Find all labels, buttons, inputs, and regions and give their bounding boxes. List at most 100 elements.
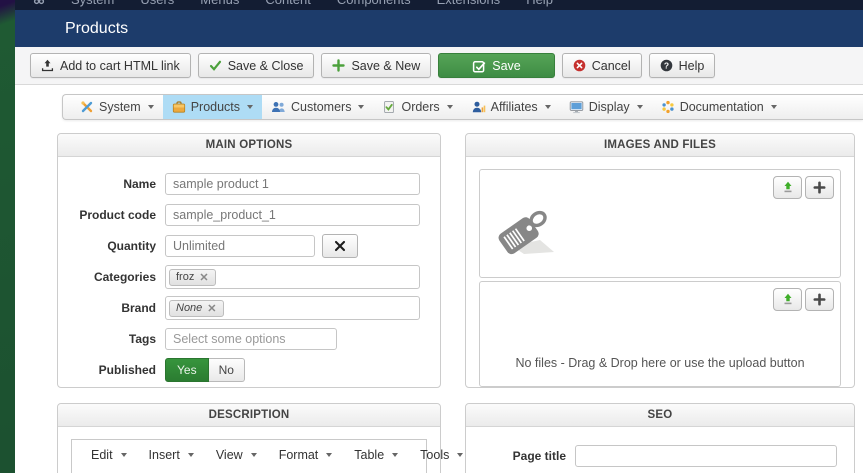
- product-tag-image: [492, 200, 562, 267]
- upload-icon: [41, 59, 54, 72]
- plus-icon: [332, 59, 346, 72]
- editor-menu-insert[interactable]: Insert: [138, 446, 205, 464]
- quantity-input[interactable]: [165, 235, 315, 257]
- brand-select[interactable]: None ✕: [165, 296, 420, 320]
- description-title: DESCRIPTION: [58, 404, 440, 427]
- menubar-item-users[interactable]: Users: [140, 0, 174, 7]
- page-title-bar: Products: [15, 10, 863, 47]
- chevron-down-icon: [770, 105, 777, 109]
- published-label: Published: [98, 363, 156, 377]
- help-button[interactable]: ? Help: [648, 53, 716, 78]
- customers-people-icon: [271, 100, 286, 114]
- orders-check-page-icon: [382, 100, 396, 114]
- main-options-panel: MAIN OPTIONS Name Product code Quantity …: [57, 133, 441, 388]
- tab-documentation[interactable]: Documentation: [652, 95, 786, 119]
- menubar-item-content[interactable]: Content: [265, 0, 311, 7]
- menubar-item-system[interactable]: System: [71, 0, 114, 7]
- documentation-pinwheel-icon: [661, 100, 675, 114]
- quantity-label: Quantity: [107, 239, 156, 253]
- tab-customers[interactable]: Customers: [262, 95, 373, 119]
- clear-quantity-button[interactable]: [322, 234, 358, 258]
- category-chip: froz ✕: [169, 268, 216, 286]
- save-check-square-icon: [472, 59, 486, 73]
- chevron-down-icon: [544, 105, 551, 109]
- published-yes-button[interactable]: Yes: [165, 358, 209, 382]
- cancel-button[interactable]: Cancel: [561, 53, 642, 78]
- tab-affiliates[interactable]: Affiliates: [462, 95, 560, 119]
- toolbar: Add to cart HTML link Save & Close Save …: [15, 47, 863, 85]
- template-background-strip: [0, 0, 15, 473]
- tab-products[interactable]: Products: [162, 95, 263, 119]
- remove-chip-icon[interactable]: ✕: [199, 271, 208, 284]
- svg-text:?: ?: [664, 60, 669, 70]
- tab-orders[interactable]: Orders: [373, 95, 461, 119]
- name-label: Name: [123, 177, 156, 191]
- tab-display[interactable]: Display: [560, 95, 652, 119]
- chevron-down-icon: [358, 105, 365, 109]
- chevron-down-icon: [446, 105, 453, 109]
- menubar-item-components[interactable]: Components: [337, 0, 411, 7]
- menubar-item-menus[interactable]: Menus: [200, 0, 239, 7]
- chevron-down-icon: [250, 453, 257, 457]
- tags-label: Tags: [128, 332, 156, 346]
- chevron-down-icon: [187, 453, 194, 457]
- save-and-close-button[interactable]: Save & Close: [197, 53, 315, 78]
- add-file-button[interactable]: [805, 288, 834, 311]
- description-panel: DESCRIPTION Edit Insert View Format Tabl…: [57, 403, 464, 473]
- no-files-message: No files - Drag & Drop here or use the u…: [515, 356, 805, 370]
- upload-image-button[interactable]: [773, 176, 802, 199]
- admin-menubar: System Users Menus Content Components Ex…: [15, 0, 863, 10]
- images-and-files-panel: IMAGES AND FILES No files - Drag & Drop …: [465, 133, 855, 388]
- component-tabnav: System Products Customers Orders Affilia…: [62, 94, 863, 120]
- chevron-down-icon: [636, 105, 643, 109]
- images-and-files-title: IMAGES AND FILES: [466, 134, 854, 157]
- name-input[interactable]: [165, 173, 420, 195]
- seo-title: SEO: [466, 404, 854, 427]
- affiliates-person-chart-icon: [471, 100, 486, 114]
- page-title: Products: [65, 20, 129, 37]
- menubar-item-help[interactable]: Help: [526, 0, 553, 7]
- files-dropzone[interactable]: No files - Drag & Drop here or use the u…: [479, 281, 841, 387]
- brand-label: Brand: [121, 301, 156, 315]
- editor-menu-view[interactable]: View: [205, 446, 268, 464]
- chevron-down-icon: [120, 453, 127, 457]
- check-icon: [209, 59, 222, 72]
- images-dropzone[interactable]: [479, 169, 841, 278]
- page-title-label: Page title: [512, 449, 566, 463]
- chevron-down-icon: [326, 453, 333, 457]
- system-tools-icon: [80, 100, 94, 114]
- help-icon: ?: [660, 59, 673, 72]
- save-and-new-button[interactable]: Save & New: [321, 53, 432, 78]
- editor-menu-edit[interactable]: Edit: [80, 446, 138, 464]
- seo-panel: SEO Page title: [465, 403, 855, 473]
- editor-menu-table[interactable]: Table: [343, 446, 409, 464]
- product-edit-screen: System Users Menus Content Components Ex…: [0, 0, 863, 473]
- editor-menu-format[interactable]: Format: [268, 446, 344, 464]
- chevron-down-icon: [392, 453, 399, 457]
- add-image-button[interactable]: [805, 176, 834, 199]
- upload-file-button[interactable]: [773, 288, 802, 311]
- categories-label: Categories: [93, 270, 156, 284]
- cancel-icon: [573, 59, 586, 72]
- main-options-title: MAIN OPTIONS: [58, 134, 440, 157]
- add-to-cart-html-link-button[interactable]: Add to cart HTML link: [30, 53, 191, 78]
- tab-system[interactable]: System: [71, 95, 163, 119]
- joomla-logo-icon: [33, 0, 45, 5]
- rich-text-editor: Edit Insert View Format Table Tools B I …: [71, 439, 464, 473]
- chevron-down-icon: [147, 105, 154, 109]
- published-no-button[interactable]: No: [208, 358, 245, 382]
- menubar-item-extensions[interactable]: Extensions: [437, 0, 501, 7]
- display-monitor-icon: [569, 100, 584, 114]
- product-code-label: Product code: [79, 208, 156, 222]
- tags-input[interactable]: [165, 328, 337, 350]
- chevron-down-icon: [247, 105, 254, 109]
- editor-menubar: Edit Insert View Format Table Tools: [72, 440, 464, 471]
- remove-chip-icon[interactable]: ✕: [207, 302, 216, 315]
- product-code-input[interactable]: [165, 204, 420, 226]
- page-title-input[interactable]: [575, 445, 837, 467]
- categories-select[interactable]: froz ✕: [165, 265, 420, 289]
- products-box-icon: [172, 100, 186, 114]
- chevron-down-icon: [457, 453, 464, 457]
- brand-chip: None ✕: [169, 299, 224, 317]
- save-button[interactable]: Save: [438, 53, 555, 78]
